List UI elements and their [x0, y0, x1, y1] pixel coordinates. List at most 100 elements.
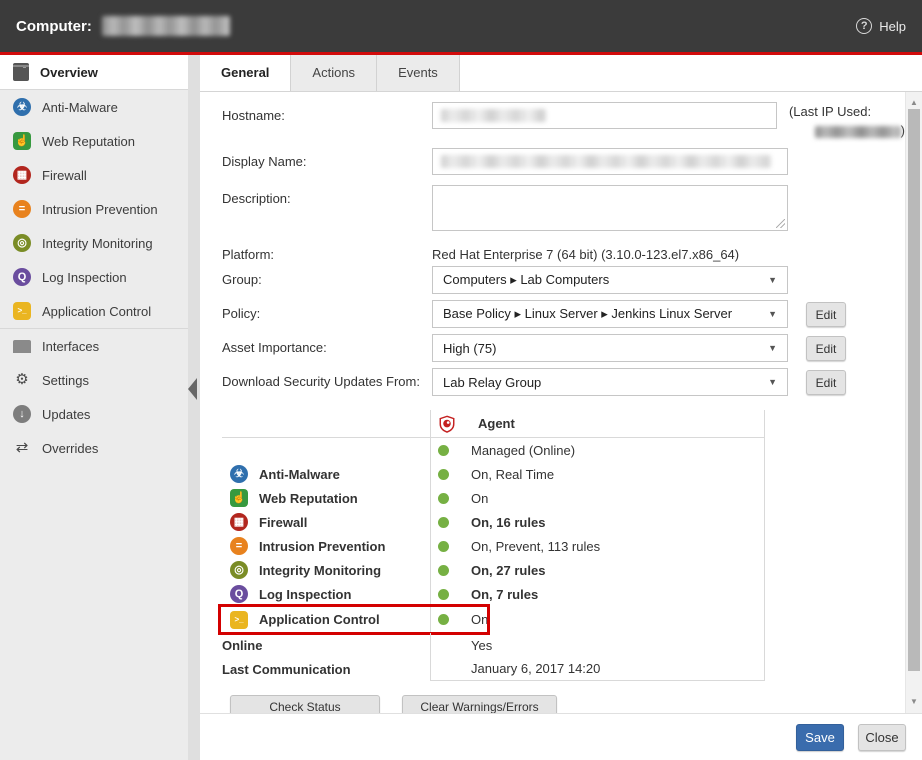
policy-value: Base Policy ▸ Linux Server ▸ Jenkins Lin…: [443, 306, 732, 322]
sidebar-item-label: Interfaces: [42, 339, 99, 354]
status-row-last-communication: Last Communication January 6, 2017 14:20: [222, 657, 765, 681]
status-label: Last Communication: [222, 662, 351, 677]
status-dot: [438, 445, 449, 456]
web-reputation-icon: ☝: [230, 489, 248, 507]
firewall-icon: ▦: [13, 166, 31, 184]
status-value: On, Real Time: [471, 467, 554, 482]
sidebar-item-overrides[interactable]: ⇄ Overrides: [0, 431, 188, 465]
status-label: Application Control: [259, 612, 380, 627]
help-label: Help: [879, 19, 906, 34]
policy-select[interactable]: Base Policy ▸ Linux Server ▸ Jenkins Lin…: [432, 300, 788, 328]
status-row-integrity-monitoring: ◎Integrity Monitoring On, 27 rules: [222, 558, 765, 582]
policy-edit-button[interactable]: Edit: [806, 302, 846, 327]
status-value: On: [471, 612, 488, 627]
page-title: Computer:: [16, 18, 92, 35]
group-select[interactable]: Computers ▸ Lab Computers ▼: [432, 266, 788, 294]
help-icon: ?: [856, 18, 872, 34]
scroll-up-icon[interactable]: ▲: [906, 94, 922, 110]
status-value: Yes: [471, 638, 492, 653]
resize-handle-icon[interactable]: [776, 219, 785, 228]
sidebar-item-integrity-monitoring[interactable]: ◎ Integrity Monitoring: [0, 226, 188, 260]
status-value: On, 16 rules: [471, 515, 545, 530]
sidebar-gutter: [188, 55, 200, 760]
sidebar-item-anti-malware[interactable]: ☣ Anti-Malware: [0, 90, 188, 124]
integrity-monitoring-icon: ◎: [230, 561, 248, 579]
status-row-intrusion-prevention: =Intrusion Prevention On, Prevent, 113 r…: [222, 534, 765, 558]
firewall-icon: ▦: [230, 513, 248, 531]
status-label: Firewall: [259, 515, 307, 530]
hostname-label: Hostname:: [222, 102, 432, 123]
download-updates-edit-button[interactable]: Edit: [806, 370, 846, 395]
status-dot-placeholder: [438, 640, 449, 651]
status-value: Managed (Online): [471, 443, 575, 458]
status-label: Anti-Malware: [259, 467, 340, 482]
sidebar-item-label: Anti-Malware: [42, 100, 118, 115]
interfaces-icon: [13, 340, 31, 353]
sidebar-item-application-control[interactable]: >_ Application Control: [0, 294, 188, 328]
asset-importance-label: Asset Importance:: [222, 334, 432, 355]
save-button[interactable]: Save: [796, 724, 844, 751]
last-ip-prefix: (Last IP Used:: [789, 102, 905, 121]
clear-warnings-button[interactable]: Clear Warnings/Errors: [402, 695, 557, 713]
status-label: Intrusion Prevention: [259, 539, 385, 554]
description-label: Description:: [222, 185, 432, 206]
scroll-down-icon[interactable]: ▼: [906, 693, 922, 709]
description-textarea[interactable]: [432, 185, 788, 231]
scrollbar-thumb[interactable]: [908, 109, 920, 671]
status-value: On, 27 rules: [471, 563, 545, 578]
sidebar-item-web-reputation[interactable]: ☝ Web Reputation: [0, 124, 188, 158]
overrides-icon: ⇄: [13, 439, 31, 457]
status-dot: [438, 614, 449, 625]
settings-icon: ⚙: [13, 371, 31, 389]
download-updates-label: Download Security Updates From:: [222, 368, 432, 389]
vertical-scrollbar[interactable]: ▲ ▼: [905, 92, 922, 713]
help-button[interactable]: ? Help: [856, 18, 906, 34]
tab-actions[interactable]: Actions: [291, 55, 377, 91]
chevron-down-icon: ▼: [768, 377, 777, 387]
sidebar-item-updates[interactable]: ↓ Updates: [0, 397, 188, 431]
sidebar-item-label: Application Control: [42, 304, 151, 319]
sidebar-item-intrusion-prevention[interactable]: = Intrusion Prevention: [0, 192, 188, 226]
sidebar-item-interfaces[interactable]: Interfaces: [0, 329, 188, 363]
tab-events[interactable]: Events: [377, 55, 460, 91]
sidebar-item-overview[interactable]: Overview: [0, 55, 188, 89]
sidebar-item-label: Overrides: [42, 441, 98, 456]
check-status-button[interactable]: Check Status: [230, 695, 380, 713]
sidebar-item-label: Integrity Monitoring: [42, 236, 153, 251]
asset-importance-edit-button[interactable]: Edit: [806, 336, 846, 361]
status-value: On: [471, 491, 488, 506]
hostname-input[interactable]: [432, 102, 777, 129]
intrusion-prevention-icon: =: [230, 537, 248, 555]
status-value: On, 7 rules: [471, 587, 538, 602]
status-row-application-control: >_ Application Control On: [222, 606, 765, 633]
close-button[interactable]: Close: [858, 724, 906, 751]
status-row-anti-malware: ☣ Anti-Malware On, Real Time: [222, 462, 765, 486]
tab-general[interactable]: General: [200, 55, 291, 91]
chevron-down-icon: ▼: [768, 309, 777, 319]
last-ip-used: (Last IP Used: ): [789, 102, 905, 140]
asset-importance-value: High (75): [443, 341, 496, 356]
sidebar-item-log-inspection[interactable]: Q Log Inspection: [0, 260, 188, 294]
sidebar-item-label: Log Inspection: [42, 270, 127, 285]
sidebar-item-firewall[interactable]: ▦ Firewall: [0, 158, 188, 192]
integrity-monitoring-icon: ◎: [13, 234, 31, 252]
sidebar-item-settings[interactable]: ⚙ Settings: [0, 363, 188, 397]
status-dot: [438, 541, 449, 552]
display-name-input[interactable]: [432, 148, 788, 175]
sidebar-collapse-icon[interactable]: [188, 378, 197, 400]
computer-details-window: Computer: ? Help Overview ☣ Anti-Malware…: [0, 0, 922, 760]
status-label: Web Reputation: [259, 491, 358, 506]
status-row-firewall: ▦ Firewall On, 16 rules: [222, 510, 765, 534]
download-updates-select[interactable]: Lab Relay Group ▼: [432, 368, 788, 396]
display-name-label: Display Name:: [222, 148, 432, 169]
status-row-log-inspection: QLog Inspection On, 7 rules: [222, 582, 765, 606]
application-control-icon: >_: [230, 611, 248, 629]
policy-label: Policy:: [222, 300, 432, 321]
sidebar-item-label: Intrusion Prevention: [42, 202, 158, 217]
tab-bar: General Actions Events: [200, 55, 922, 92]
asset-importance-select[interactable]: High (75) ▼: [432, 334, 788, 362]
application-control-icon: >_: [13, 302, 31, 320]
anti-malware-icon: ☣: [230, 465, 248, 483]
hostname-redacted: [441, 109, 546, 122]
sidebar-item-label: Web Reputation: [42, 134, 135, 149]
